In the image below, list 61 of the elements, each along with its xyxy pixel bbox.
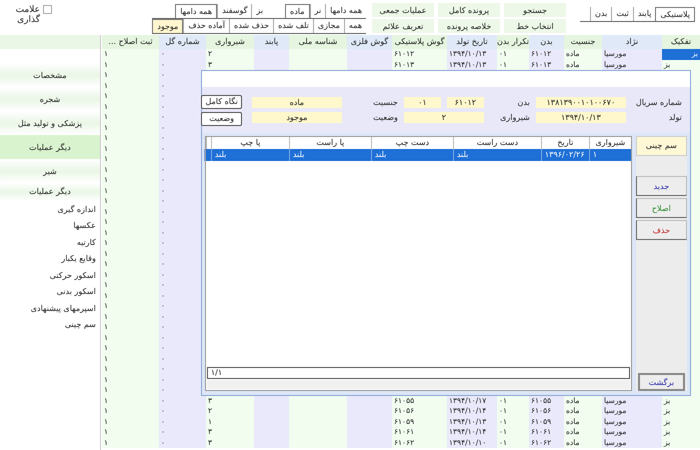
panel-tab[interactable]: سم چینی xyxy=(636,136,687,156)
checkbox-label: علامت گذاری xyxy=(14,5,40,25)
horizontal-scrollbar[interactable] xyxy=(206,380,630,389)
sidebar-section[interactable]: دیگر عملیات xyxy=(0,135,100,159)
action-button[interactable]: خلاصه پرونده xyxy=(438,19,500,33)
table-cell: ۱۳۹۶/۰۲/۲۶ xyxy=(540,149,589,161)
title-bar[interactable] xyxy=(202,71,690,87)
column-header[interactable]: نژاد xyxy=(602,35,662,49)
table-cell: بلند xyxy=(210,149,289,161)
field-label: جنسیت xyxy=(372,98,398,107)
field-label: تولد xyxy=(668,113,682,122)
field-label: شیرواری xyxy=(499,113,530,122)
action-button[interactable]: جستجو xyxy=(504,3,566,17)
field-value: موجود xyxy=(252,112,342,123)
form-button[interactable]: وضعیت xyxy=(201,112,242,126)
field-label: شماره سریال xyxy=(634,98,682,107)
column-header[interactable]: شیرواری xyxy=(206,35,254,49)
column-header[interactable]: بدن xyxy=(529,35,564,49)
field-value: ۶۱۰۱۲ xyxy=(446,97,484,108)
field-value: ۱۳۹۴/۱۰/۱۳ xyxy=(536,112,626,123)
field-value: ۱۳۸۱۳۹۰۰۱۰۱۰۰۶۷۰ xyxy=(536,97,626,108)
back-button[interactable]: برگشت xyxy=(638,373,685,391)
column-header[interactable]: شماره گل xyxy=(159,35,206,49)
field-value: ماده xyxy=(252,97,342,108)
action-button[interactable]: حذف xyxy=(636,220,687,240)
checkbox[interactable] xyxy=(43,5,52,14)
column-header[interactable]: تاریخ تولد xyxy=(447,35,497,49)
field-label: وضعیت xyxy=(372,113,398,122)
column-header[interactable]: ثبت اصلاح ... xyxy=(102,35,159,49)
column-header[interactable]: گوش پلاستیکی xyxy=(392,35,447,49)
table-cell: بلند xyxy=(370,149,453,161)
field-label: بدن xyxy=(516,98,530,107)
action-button[interactable]: پرونده کامل xyxy=(438,3,500,17)
view-tab[interactable]: پلاستیکی xyxy=(655,7,695,21)
column-header[interactable]: پابند xyxy=(254,35,289,49)
filter-tab[interactable]: همه دامها xyxy=(175,4,218,18)
form-button[interactable]: نگاه کامل xyxy=(201,94,242,108)
action-button[interactable]: عملیات جمعی xyxy=(372,3,434,17)
sidebar-section[interactable]: شجره xyxy=(0,87,100,111)
action-button[interactable]: جدید xyxy=(636,176,687,196)
table-cell: بلند xyxy=(288,149,371,161)
column-header[interactable]: شناسه ملی xyxy=(289,35,347,49)
field-value: ۰۱ xyxy=(404,97,441,108)
sidebar-section[interactable]: مشخصات xyxy=(0,63,100,87)
column-header[interactable]: جنسیت xyxy=(564,35,602,49)
sidebar-section[interactable]: پزشکی و تولید مثل xyxy=(0,111,100,135)
action-button[interactable]: تعریف علائم xyxy=(372,19,434,33)
sidebar-section[interactable]: شیر xyxy=(0,159,100,183)
action-button[interactable]: انتخاب خط xyxy=(504,19,566,33)
pager-text: ۱/۱ xyxy=(206,367,630,379)
grid-row[interactable]: ۱ ۱۳۹۶/۰۲/۲۶ بلند بلند بلند بلند xyxy=(206,149,631,161)
sidebar-heading: دیگر عملیات xyxy=(0,183,100,201)
column-header[interactable]: گوش فلزی xyxy=(347,35,392,49)
field-value: ۲ xyxy=(404,112,484,123)
table-cell: ۱ xyxy=(588,149,631,161)
action-button[interactable]: اصلاح xyxy=(636,198,687,218)
column-header[interactable]: تکرار بدن xyxy=(497,35,529,49)
filter-tab[interactable]: ماده xyxy=(285,4,310,18)
filter-tab[interactable]: موجود xyxy=(152,19,184,33)
column-header[interactable]: تفکیک xyxy=(662,35,700,49)
table-cell: بلند xyxy=(452,149,541,161)
